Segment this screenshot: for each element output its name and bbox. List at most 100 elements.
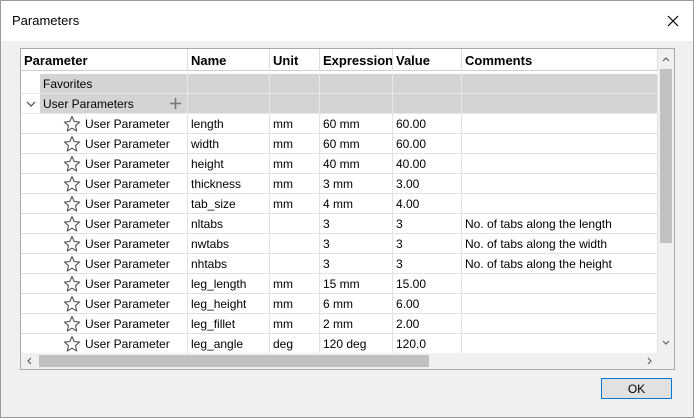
- column-header-value[interactable]: Value: [393, 49, 462, 71]
- scroll-up-button[interactable]: [658, 51, 674, 67]
- star-outline-icon[interactable]: [63, 275, 81, 293]
- table-row[interactable]: User Parameter width mm 60 mm 60.00: [21, 134, 658, 154]
- name-cell[interactable]: height: [188, 154, 270, 174]
- expression-cell[interactable]: 3: [320, 214, 393, 234]
- table-row[interactable]: User Parameter tab_size mm 4 mm 4.00: [21, 194, 658, 214]
- expression-cell[interactable]: 2 mm: [320, 314, 393, 334]
- table-row[interactable]: User Parameter leg_length mm 15 mm 15.00: [21, 274, 658, 294]
- table-row[interactable]: User Parameter nhtabs 3 3 No. of tabs along …: [21, 254, 658, 274]
- expression-cell[interactable]: 60 mm: [320, 134, 393, 154]
- unit-cell: mm: [270, 314, 320, 334]
- column-header-parameter[interactable]: Parameter: [21, 49, 188, 71]
- value-cell[interactable]: 60.00: [393, 134, 462, 154]
- value-cell[interactable]: 3: [393, 214, 462, 234]
- favorites-comments-cell: [462, 74, 658, 94]
- name-cell[interactable]: nhtabs: [188, 254, 270, 274]
- comments-cell[interactable]: [462, 114, 658, 134]
- column-header-unit[interactable]: Unit: [270, 49, 320, 71]
- parameter-cell: User Parameter: [21, 294, 188, 314]
- value-cell[interactable]: 15.00: [393, 274, 462, 294]
- close-button[interactable]: [661, 9, 685, 33]
- scroll-left-button[interactable]: [21, 353, 37, 369]
- name-cell[interactable]: tab_size: [188, 194, 270, 214]
- name-cell[interactable]: nwtabs: [188, 234, 270, 254]
- star-outline-icon[interactable]: [63, 235, 81, 253]
- comments-cell[interactable]: No. of tabs along the length: [462, 214, 658, 234]
- star-outline-icon[interactable]: [63, 255, 81, 273]
- name-cell[interactable]: leg_fillet: [188, 314, 270, 334]
- column-header-name[interactable]: Name: [188, 49, 270, 71]
- user-parameters-name-cell: [188, 94, 270, 114]
- expression-cell[interactable]: 120 deg: [320, 334, 393, 353]
- value-cell[interactable]: 120.0: [393, 334, 462, 353]
- scroll-down-button[interactable]: [658, 335, 674, 351]
- name-cell[interactable]: thickness: [188, 174, 270, 194]
- expression-cell[interactable]: 3 mm: [320, 174, 393, 194]
- name-cell[interactable]: leg_angle: [188, 334, 270, 353]
- table-row[interactable]: User Parameter length mm 60 mm 60.00: [21, 114, 658, 134]
- name-cell[interactable]: length: [188, 114, 270, 134]
- comments-cell[interactable]: [462, 134, 658, 154]
- star-outline-icon[interactable]: [63, 335, 81, 353]
- horizontal-scrollbar[interactable]: [21, 353, 658, 369]
- table-row[interactable]: User Parameter nwtabs 3 3 No. of tabs along …: [21, 234, 658, 254]
- comments-cell[interactable]: [462, 334, 658, 353]
- value-cell[interactable]: 6.00: [393, 294, 462, 314]
- parameter-cell: User Parameter: [21, 194, 188, 214]
- star-outline-icon[interactable]: [63, 155, 81, 173]
- comments-cell[interactable]: No. of tabs along the width: [462, 234, 658, 254]
- table-row[interactable]: User Parameter nltabs 3 3 No. of tabs along …: [21, 214, 658, 234]
- name-cell[interactable]: leg_length: [188, 274, 270, 294]
- table-row[interactable]: User Parameter height mm 40 mm 40.00: [21, 154, 658, 174]
- expression-cell[interactable]: 40 mm: [320, 154, 393, 174]
- value-cell[interactable]: 2.00: [393, 314, 462, 334]
- star-outline-icon[interactable]: [63, 195, 81, 213]
- name-cell[interactable]: width: [188, 134, 270, 154]
- comments-cell[interactable]: [462, 194, 658, 214]
- star-outline-icon[interactable]: [63, 315, 81, 333]
- table-row[interactable]: User Parameter leg_height mm 6 mm 6.00: [21, 294, 658, 314]
- column-header-comments[interactable]: Comments: [462, 49, 658, 71]
- favorites-group-row[interactable]: Favorites: [21, 74, 658, 94]
- comments-cell[interactable]: [462, 314, 658, 334]
- name-cell[interactable]: leg_height: [188, 294, 270, 314]
- comments-cell[interactable]: [462, 154, 658, 174]
- comments-cell[interactable]: [462, 294, 658, 314]
- comments-cell[interactable]: [462, 174, 658, 194]
- name-cell[interactable]: nltabs: [188, 214, 270, 234]
- value-cell[interactable]: 40.00: [393, 154, 462, 174]
- user-parameters-group-row[interactable]: User Parameters: [21, 94, 658, 114]
- star-outline-icon[interactable]: [63, 135, 81, 153]
- star-outline-icon[interactable]: [63, 215, 81, 233]
- star-outline-icon[interactable]: [63, 295, 81, 313]
- expression-cell[interactable]: 60 mm: [320, 114, 393, 134]
- parameter-cell: User Parameter: [21, 314, 188, 334]
- comments-cell[interactable]: [462, 274, 658, 294]
- expression-cell[interactable]: 6 mm: [320, 294, 393, 314]
- value-cell[interactable]: 4.00: [393, 194, 462, 214]
- favorites-name-cell: [188, 74, 270, 94]
- chevron-down-icon[interactable]: [25, 99, 37, 109]
- expression-cell[interactable]: 4 mm: [320, 194, 393, 214]
- expression-cell[interactable]: 3: [320, 234, 393, 254]
- star-outline-icon[interactable]: [63, 115, 81, 133]
- horizontal-scroll-thumb[interactable]: [39, 355, 429, 367]
- expression-cell[interactable]: 15 mm: [320, 274, 393, 294]
- vertical-scrollbar[interactable]: [658, 49, 674, 353]
- parameter-type-label: User Parameter: [85, 237, 170, 251]
- comments-cell[interactable]: No. of tabs along the height: [462, 254, 658, 274]
- star-outline-icon[interactable]: [63, 175, 81, 193]
- value-cell[interactable]: 60.00: [393, 114, 462, 134]
- table-row[interactable]: User Parameter thickness mm 3 mm 3.00: [21, 174, 658, 194]
- table-row[interactable]: User Parameter leg_fillet mm 2 mm 2.00: [21, 314, 658, 334]
- vertical-scroll-thumb[interactable]: [660, 69, 672, 243]
- value-cell[interactable]: 3: [393, 234, 462, 254]
- value-cell[interactable]: 3: [393, 254, 462, 274]
- table-row[interactable]: User Parameter leg_angle deg 120 deg 120.0: [21, 334, 658, 353]
- scroll-right-button[interactable]: [642, 353, 658, 369]
- plus-icon[interactable]: [169, 97, 182, 110]
- column-header-expression[interactable]: Expression: [320, 49, 393, 71]
- value-cell[interactable]: 3.00: [393, 174, 462, 194]
- ok-button[interactable]: OK: [601, 378, 672, 399]
- expression-cell[interactable]: 3: [320, 254, 393, 274]
